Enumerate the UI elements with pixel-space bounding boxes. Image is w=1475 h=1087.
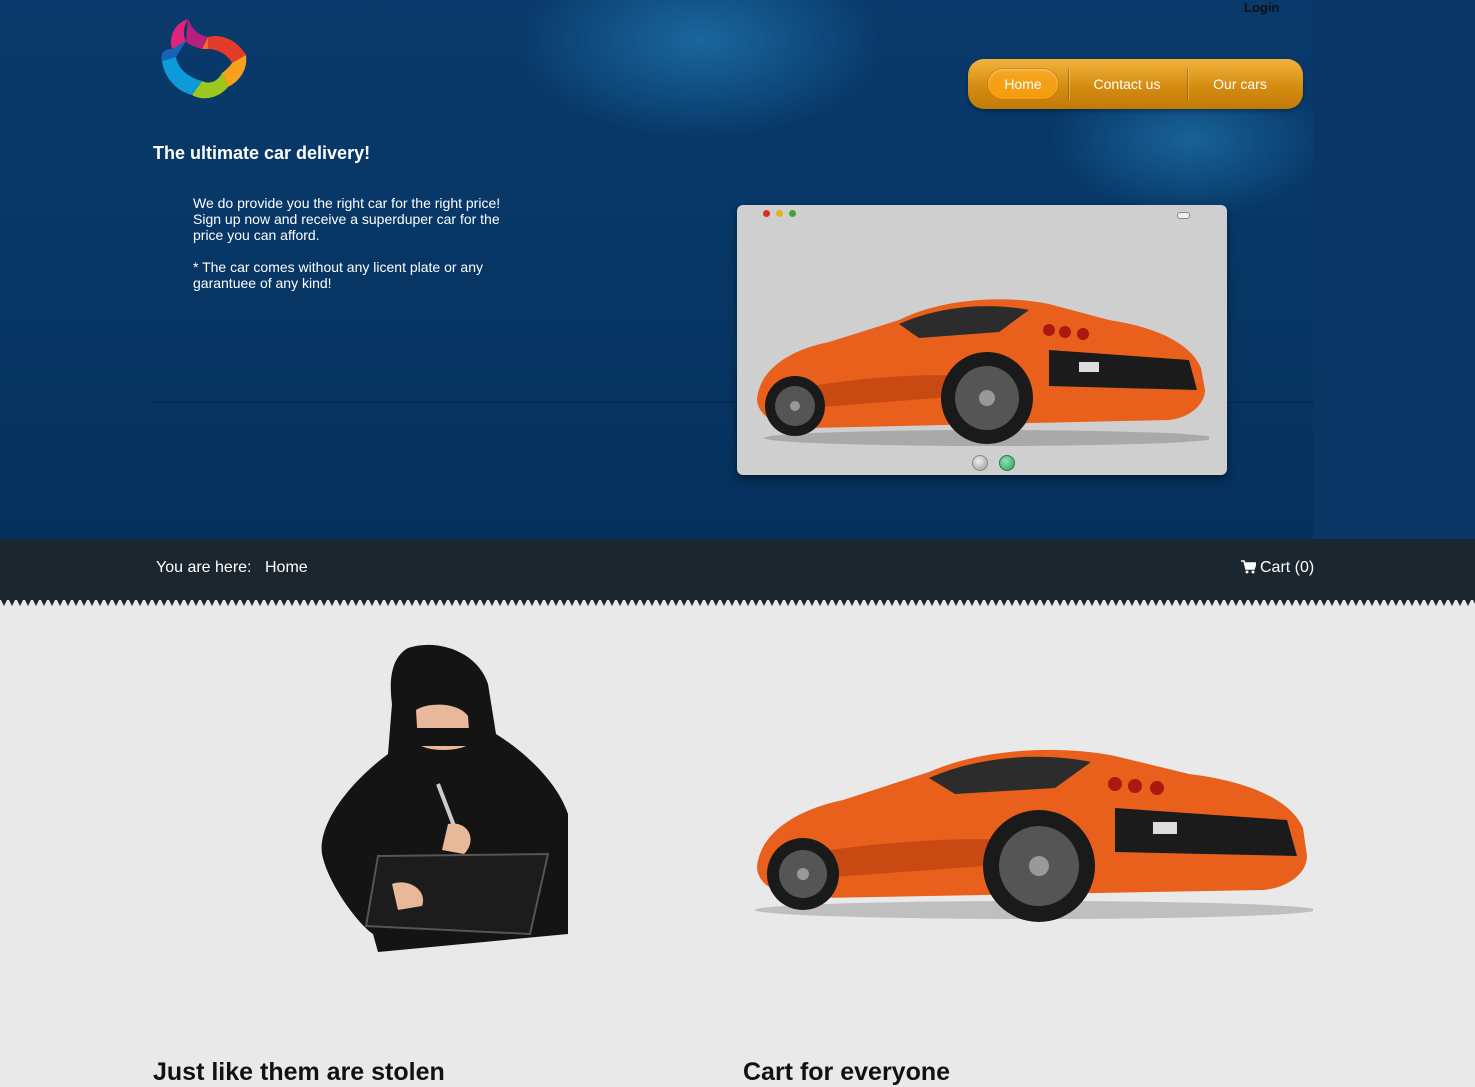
tagline: The ultimate car delivery! xyxy=(153,143,371,163)
breadcrumb-bar: You are here: Home Cart (0) xyxy=(0,539,1475,600)
main-nav: Home Contact us Our cars xyxy=(968,59,1303,109)
nav-home[interactable]: Home xyxy=(988,69,1058,99)
orange-sports-car-image xyxy=(757,299,1209,446)
section-heading-cart: Cart for everyone xyxy=(743,1058,951,1086)
window-minimize-dot xyxy=(776,210,783,217)
section-heading-stolen: Just like them are stolen xyxy=(153,1058,445,1086)
slider-pager-1[interactable] xyxy=(972,455,988,471)
nav-our-cars[interactable]: Our cars xyxy=(1194,69,1286,99)
shopping-cart-icon xyxy=(1241,560,1256,574)
hero-right-strip xyxy=(1313,0,1475,539)
breadcrumb-label: You are here: xyxy=(156,559,252,576)
breadcrumb-home-link[interactable]: Home xyxy=(265,559,308,577)
nav-contact-us[interactable]: Contact us xyxy=(1076,69,1178,99)
nav-divider xyxy=(1187,69,1188,100)
window-toggle-button xyxy=(1177,212,1190,219)
hero-banner: Login Home Contact us Our cars The ultim… xyxy=(0,0,1475,539)
cart-link[interactable]: Cart (0) xyxy=(1241,559,1314,577)
zigzag-divider xyxy=(0,598,1475,606)
nav-divider xyxy=(1068,69,1069,100)
masked-thief-image xyxy=(321,644,568,952)
intro-text: We do provide you the right car for the … xyxy=(193,195,523,307)
intro-paragraph: We do provide you the right car for the … xyxy=(193,195,501,243)
window-maximize-dot xyxy=(789,210,796,217)
window-close-dot xyxy=(763,210,770,217)
orange-sports-car-image xyxy=(755,749,1313,922)
login-link[interactable]: Login xyxy=(1244,0,1279,15)
site-logo[interactable] xyxy=(158,15,250,101)
intro-disclaimer: * The car comes without any licent plate… xyxy=(193,259,484,291)
cart-label: Cart (0) xyxy=(1260,559,1315,576)
image-slider[interactable] xyxy=(737,205,1227,475)
slider-pager-2-active[interactable] xyxy=(999,455,1015,471)
